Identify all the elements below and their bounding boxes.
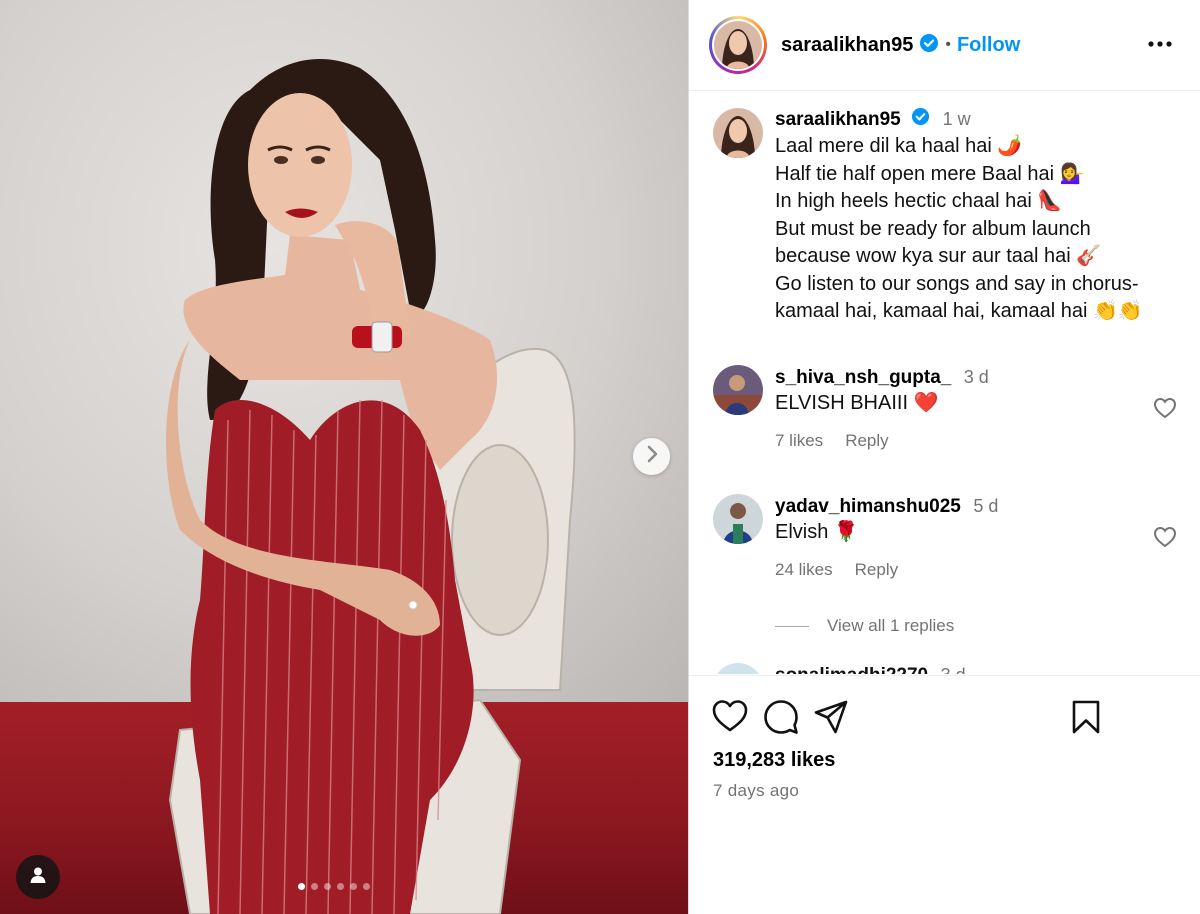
comment-username[interactable]: yadav_himanshu025 (775, 496, 961, 517)
commenter-avatar[interactable] (713, 663, 763, 674)
reply-button[interactable]: Reply (845, 431, 888, 451)
replies-divider (775, 625, 809, 627)
view-replies-label: View all 1 replies (827, 616, 955, 635)
post-header: saraalikhan95 • Follow (689, 0, 1200, 91)
carousel-dot (337, 883, 344, 890)
instagram-post: saraalikhan95 • Follow saraalikhan95 1 w… (0, 0, 1200, 914)
share-icon[interactable] (813, 699, 849, 740)
post-date[interactable]: 7 days ago (713, 781, 799, 801)
post-photo (166, 59, 576, 914)
view-replies-button[interactable]: View all 1 replies (775, 616, 954, 636)
post-side-panel: saraalikhan95 • Follow saraalikhan95 1 w… (688, 0, 1200, 914)
comment-body: yadav_himanshu025 5 d Elvish 🌹 24 likes … (775, 494, 998, 580)
carousel-dot (298, 883, 305, 890)
comment-time[interactable]: 5 d (973, 496, 998, 516)
caption-body: saraalikhan95 1 w Laal mere dil ka haal … (775, 108, 1143, 326)
comment-meta: 24 likes Reply (775, 560, 998, 580)
caption-line: because wow kya sur aur taal hai 🎸 (775, 245, 1102, 268)
caption-text: Laal mere dil ka haal hai 🌶️ Half tie ha… (775, 133, 1143, 326)
comment-item: yadav_himanshu025 5 d Elvish 🌹 24 likes … (713, 494, 998, 580)
comment-body: sonalimadhi2270 3 d (775, 665, 966, 674)
heart-icon[interactable] (711, 699, 749, 738)
author-username[interactable]: saraalikhan95 (781, 34, 913, 57)
follow-button[interactable]: Follow (957, 34, 1020, 57)
reply-button[interactable]: Reply (855, 560, 898, 580)
comment-like-heart-icon[interactable] (1153, 397, 1177, 424)
comment-likes-count[interactable]: 24 likes (775, 560, 833, 580)
comments-list[interactable]: saraalikhan95 1 w Laal mere dil ka haal … (689, 92, 1200, 674)
comment-text: Elvish 🌹 (775, 521, 859, 543)
comment-text: ELVISH BHAIII ❤️ (775, 392, 939, 414)
commenter-avatar[interactable] (713, 365, 763, 415)
chevron-right-icon (645, 445, 659, 468)
comment-meta: 7 likes Reply (775, 431, 989, 451)
comment-item: s_hiva_nsh_gupta_ 3 d ELVISH BHAIII ❤️ 7… (713, 365, 989, 451)
comment-time[interactable]: 3 d (941, 665, 966, 674)
commenter-avatar[interactable] (713, 494, 763, 544)
user-tag-icon (29, 866, 47, 889)
carousel-dot (311, 883, 318, 890)
author-avatar-ring[interactable] (709, 16, 767, 74)
caption-line: Laal mere dil ka haal hai 🌶️ (775, 135, 1023, 158)
comment-time[interactable]: 3 d (964, 367, 989, 387)
caption-line: Go listen to our songs and say in chorus… (775, 272, 1139, 295)
author-avatar (714, 21, 762, 69)
carousel-dot (350, 883, 357, 890)
comment-username[interactable]: s_hiva_nsh_gupta_ (775, 367, 951, 388)
comment-item-partial: sonalimadhi2270 3 d (713, 663, 966, 674)
author-avatar[interactable] (713, 108, 763, 158)
more-options-icon[interactable] (1147, 32, 1173, 61)
header-separator: • (945, 36, 951, 53)
bookmark-icon[interactable] (1069, 699, 1103, 740)
tagged-users-button[interactable] (16, 855, 60, 899)
verified-badge-icon (911, 107, 930, 131)
comment-icon[interactable] (763, 699, 799, 740)
caption-line: kamaal hai, kamaal hai, kamaal hai 👏👏 (775, 300, 1143, 323)
caption-time[interactable]: 1 w (943, 109, 971, 129)
carousel-dot (324, 883, 331, 890)
post-actions: 319,283 likes 7 days ago (689, 675, 1200, 914)
comment-username[interactable]: sonalimadhi2270 (775, 665, 928, 674)
caption-item: saraalikhan95 1 w Laal mere dil ka haal … (713, 108, 1143, 326)
next-slide-button[interactable] (633, 438, 670, 475)
post-media[interactable] (0, 0, 688, 914)
comment-likes-count[interactable]: 7 likes (775, 431, 823, 451)
likes-count[interactable]: 319,283 likes (713, 749, 835, 772)
caption-line: In high heels hectic chaal hai 👠 (775, 190, 1063, 213)
caption-line: Half tie half open mere Baal hai 💁‍♀️ (775, 162, 1085, 185)
verified-badge-icon (919, 33, 939, 58)
caption-username[interactable]: saraalikhan95 (775, 109, 901, 130)
carousel-indicator (298, 883, 370, 890)
comment-body: s_hiva_nsh_gupta_ 3 d ELVISH BHAIII ❤️ 7… (775, 365, 989, 451)
carousel-dot (363, 883, 370, 890)
caption-line: But must be ready for album launch (775, 217, 1091, 240)
comment-like-heart-icon[interactable] (1153, 526, 1177, 553)
